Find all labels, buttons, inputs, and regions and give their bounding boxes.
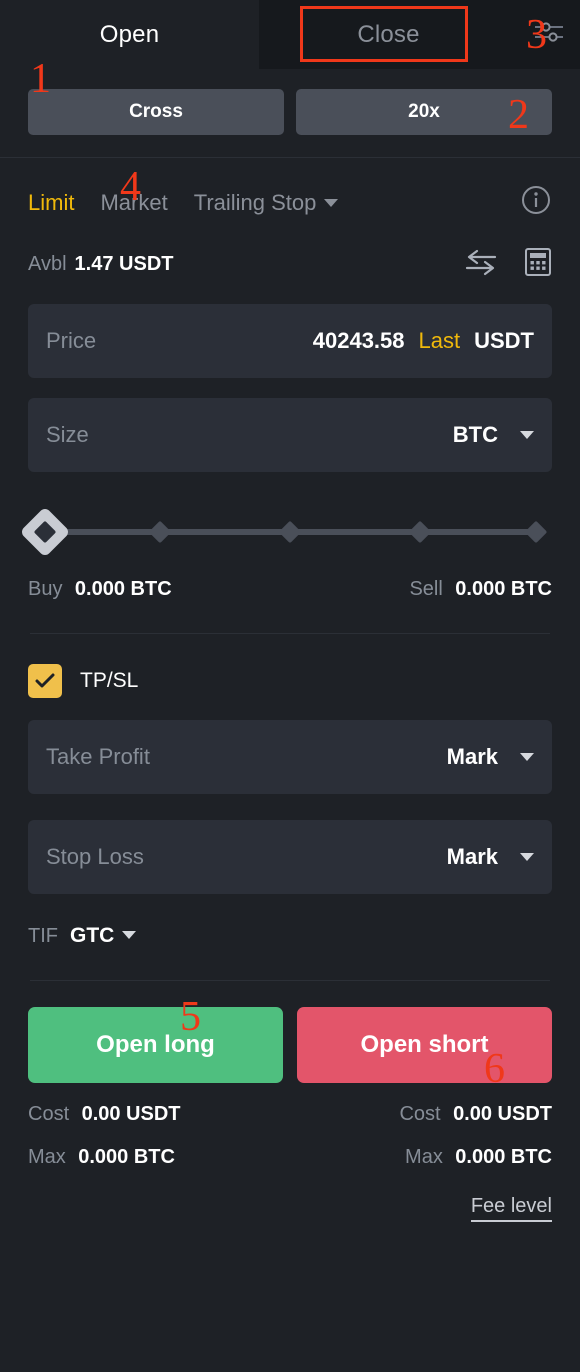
tpsl-label: TP/SL bbox=[80, 669, 139, 692]
info-button[interactable] bbox=[520, 184, 552, 221]
short-max-label: Max bbox=[405, 1146, 443, 1168]
tif-label: TIF bbox=[28, 924, 58, 947]
tif-selector[interactable]: GTC bbox=[70, 924, 137, 948]
tab-close-label: Close bbox=[357, 20, 420, 48]
price-value: 40243.58 bbox=[312, 328, 405, 353]
slider-tick-25[interactable] bbox=[148, 520, 172, 544]
long-max-label: Max bbox=[28, 1146, 66, 1168]
fee-level-row: Fee level bbox=[0, 1169, 580, 1222]
transfer-arrows-icon bbox=[465, 249, 497, 276]
short-max-value: 0.000 BTC bbox=[455, 1146, 552, 1168]
tif-row: TIF GTC bbox=[0, 894, 580, 948]
sliders-icon bbox=[534, 19, 564, 50]
chevron-down-icon bbox=[324, 198, 339, 207]
price-unit: USDT bbox=[474, 328, 534, 353]
order-direction-tabs: Open Close bbox=[0, 0, 580, 69]
settings-button[interactable] bbox=[518, 0, 580, 69]
info-circle-icon bbox=[522, 186, 550, 214]
short-cost-label: Cost bbox=[399, 1103, 441, 1125]
price-placeholder: Price bbox=[46, 328, 97, 353]
tab-trailing-stop[interactable]: Trailing Stop bbox=[194, 190, 339, 216]
price-mode-toggle[interactable]: Last bbox=[419, 328, 461, 354]
tab-limit[interactable]: Limit bbox=[28, 190, 74, 216]
slider-tick-75[interactable] bbox=[408, 520, 432, 544]
available-value: 1.47 USDT bbox=[74, 253, 174, 275]
tif-value: GTC bbox=[70, 924, 115, 947]
tab-open[interactable]: Open bbox=[0, 0, 259, 69]
sell-value: 0.000 BTC bbox=[455, 578, 552, 600]
chevron-down-icon bbox=[520, 753, 534, 761]
tab-close[interactable]: Close bbox=[259, 0, 518, 69]
stop-loss-input[interactable]: Stop Loss Mark bbox=[28, 820, 552, 894]
fee-level-link[interactable]: Fee level bbox=[470, 1195, 552, 1222]
chevron-down-icon bbox=[122, 931, 137, 939]
transfer-button[interactable] bbox=[464, 248, 498, 281]
tab-market[interactable]: Market bbox=[100, 190, 167, 216]
short-cost-value: 0.00 USDT bbox=[453, 1103, 552, 1125]
take-profit-input[interactable]: Take Profit Mark bbox=[28, 720, 552, 794]
size-placeholder: Size bbox=[46, 422, 89, 447]
slider-tick-50[interactable] bbox=[278, 520, 302, 544]
take-profit-reference[interactable]: Mark bbox=[447, 744, 498, 770]
sell-label: Sell bbox=[409, 578, 443, 600]
long-cost-label: Cost bbox=[28, 1103, 70, 1125]
tpsl-checkbox[interactable] bbox=[28, 664, 62, 698]
stop-loss-placeholder: Stop Loss bbox=[46, 844, 144, 869]
available-label: Avbl bbox=[28, 253, 67, 275]
price-input[interactable]: Price 40243.58 Last USDT bbox=[28, 304, 552, 378]
tpsl-toggle-row: TP/SL bbox=[0, 634, 580, 698]
long-max-value: 0.000 BTC bbox=[78, 1146, 175, 1168]
buy-sell-amounts: Buy 0.000 BTC Sell 0.000 BTC bbox=[0, 550, 580, 601]
tab-trailing-stop-label: Trailing Stop bbox=[193, 189, 317, 215]
size-input[interactable]: Size BTC bbox=[28, 398, 552, 472]
open-long-button[interactable]: Open long bbox=[28, 1007, 283, 1083]
chevron-down-icon bbox=[520, 431, 534, 439]
calculator-icon bbox=[525, 248, 551, 276]
stop-loss-reference[interactable]: Mark bbox=[447, 844, 498, 870]
buy-label: Buy bbox=[28, 578, 63, 600]
size-unit-selector[interactable]: BTC bbox=[453, 422, 498, 448]
cost-row: Cost 0.00 USDT Cost 0.00 USDT bbox=[0, 1083, 580, 1126]
buy-value: 0.000 BTC bbox=[74, 578, 172, 600]
available-balance-row: Avbl 1.47 USDT bbox=[0, 221, 580, 282]
take-profit-placeholder: Take Profit bbox=[46, 744, 150, 769]
tab-open-label: Open bbox=[99, 20, 160, 48]
size-percent-slider[interactable] bbox=[19, 506, 550, 558]
open-short-button[interactable]: Open short bbox=[297, 1007, 552, 1083]
action-buttons-row: Open long Open short bbox=[0, 981, 580, 1083]
order-type-tabs: Limit Market Trailing Stop bbox=[0, 158, 580, 221]
leverage-button[interactable]: 20x bbox=[296, 89, 552, 135]
long-cost-value: 0.00 USDT bbox=[81, 1103, 181, 1125]
margin-mode-button[interactable]: Cross bbox=[28, 89, 284, 135]
max-row: Max 0.000 BTC Max 0.000 BTC bbox=[0, 1126, 580, 1169]
chevron-down-icon bbox=[520, 853, 534, 861]
check-icon bbox=[35, 673, 55, 688]
calculator-button[interactable] bbox=[524, 247, 552, 282]
margin-leverage-row: Cross 20x bbox=[0, 69, 580, 157]
slider-tick-100[interactable] bbox=[524, 520, 548, 544]
